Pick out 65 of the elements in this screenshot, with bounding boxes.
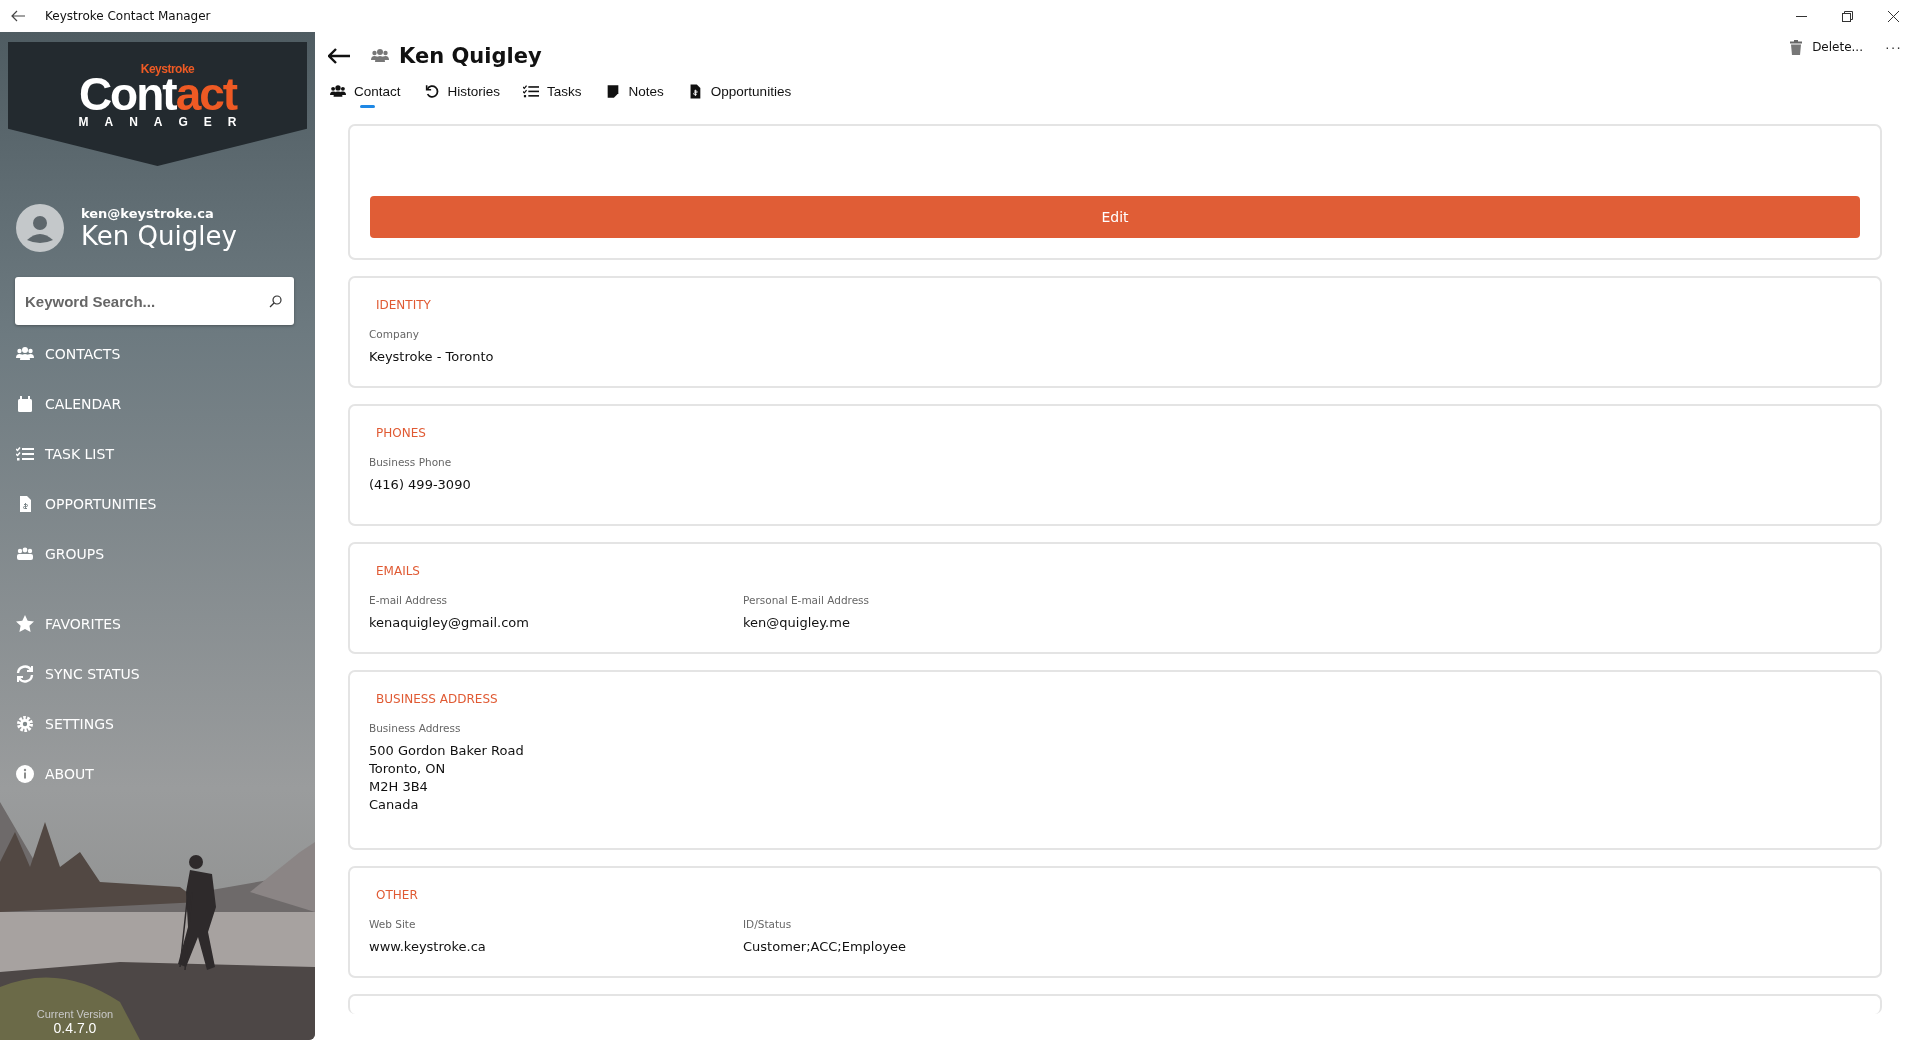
logo-brand-text: Keystroke: [140, 64, 195, 75]
field-label: ID/Status: [743, 918, 793, 930]
section-title: IDENTITY: [376, 298, 432, 312]
logo-text: Contact: [78, 75, 237, 113]
version-label: Current Version: [36, 1008, 114, 1020]
nav-item[interactable]: SYNC STATUS: [0, 649, 315, 699]
section-title: OTHER: [376, 888, 419, 902]
field-value: Customer;ACC;Employee: [743, 938, 908, 956]
section-title: PHONES: [376, 426, 427, 440]
nav-item[interactable]: ABOUT: [0, 749, 315, 799]
delete-button[interactable]: Delete...: [1790, 39, 1863, 55]
back-icon[interactable]: [11, 10, 25, 22]
nav-item[interactable]: TASK LIST: [0, 429, 315, 479]
field-value: 500 Gordon Baker Road Toronto, ON M2H 3B4 Canada: [369, 742, 525, 814]
star-icon: [16, 615, 34, 633]
search-icon[interactable]: [269, 295, 282, 308]
history-icon: [423, 84, 440, 99]
trash-icon: [1790, 39, 1803, 55]
tab[interactable]: Notes: [604, 80, 679, 110]
group-icon: [16, 546, 34, 562]
field-value: ken@quigley.me: [743, 614, 851, 632]
people-icon: [330, 84, 346, 99]
logo-subtitle: MANAGER: [78, 115, 253, 129]
field-value: kenaquigley@gmail.com: [369, 614, 530, 632]
people-icon: [16, 346, 34, 362]
avatar-icon: [16, 204, 64, 252]
user-email: ken@keystroke.ca: [81, 205, 215, 221]
field-label: Business Phone: [369, 456, 453, 468]
field-label: Business Address: [369, 722, 462, 734]
window-title: Keystroke Contact Manager: [45, 9, 211, 23]
close-icon[interactable]: [1888, 10, 1899, 22]
restore-icon[interactable]: [1842, 10, 1853, 22]
back-icon[interactable]: [328, 48, 350, 64]
field-label: E-mail Address: [369, 594, 449, 606]
field-label: Company: [369, 328, 420, 340]
checklist-icon: [523, 84, 540, 99]
settings-icon: [16, 715, 34, 733]
field-label: Web Site: [369, 918, 417, 930]
section-title: EMAILS: [376, 564, 421, 578]
checklist-icon: [16, 446, 34, 462]
field-value: www.keystroke.ca: [369, 938, 487, 956]
people-icon: [370, 48, 390, 64]
nav-item[interactable]: SETTINGS: [0, 699, 315, 749]
section-title: BUSINESS ADDRESS: [376, 692, 499, 706]
sync-icon: [16, 665, 34, 683]
nav-item[interactable]: FAVORITES: [0, 599, 315, 649]
field-label: Personal E-mail Address: [743, 594, 871, 606]
tab[interactable]: Contact: [330, 80, 416, 110]
field-value: Keystroke - Toronto: [369, 348, 495, 366]
contact-title: Ken Quigley: [399, 44, 542, 68]
info-icon: [16, 765, 34, 783]
nav-item[interactable]: CALENDAR: [0, 379, 315, 429]
field-value: (416) 499-3090: [369, 476, 472, 494]
more-button[interactable]: ···: [1885, 39, 1902, 55]
user-name: Ken Quigley: [81, 220, 237, 251]
nav-item[interactable]: OPPORTUNITIES: [0, 479, 315, 529]
tab[interactable]: Histories: [423, 80, 516, 110]
tab[interactable]: Opportunities: [686, 80, 807, 110]
nav-item[interactable]: CONTACTS: [0, 329, 315, 379]
edit-button[interactable]: Edit: [370, 196, 1860, 238]
search-field[interactable]: Keyword Search...: [15, 277, 294, 325]
calendar-icon: [16, 396, 34, 412]
tab[interactable]: Tasks: [523, 80, 597, 110]
nav-item[interactable]: GROUPS: [0, 529, 315, 579]
version-number: 0.4.7.0: [53, 1020, 97, 1036]
